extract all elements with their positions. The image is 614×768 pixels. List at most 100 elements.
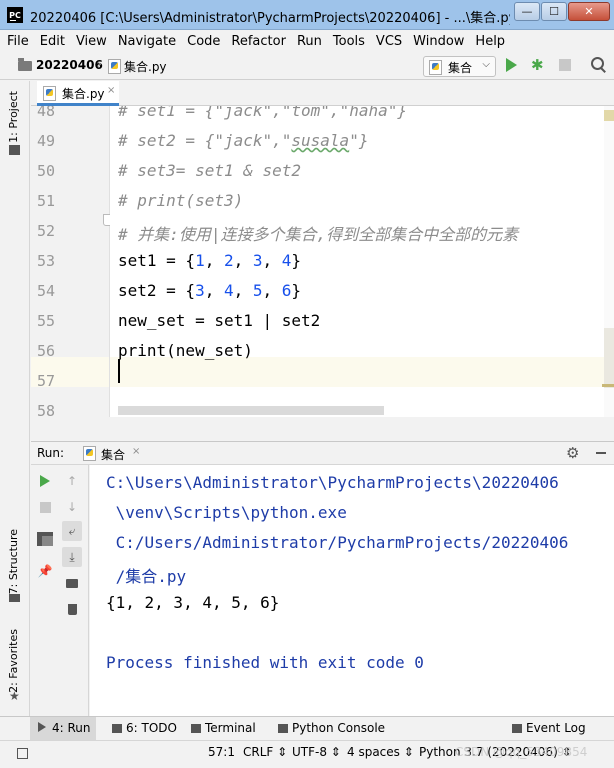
menu-edit[interactable]: Edit bbox=[40, 34, 65, 49]
code-token: 3 bbox=[252, 251, 263, 270]
code-token: , bbox=[204, 281, 224, 300]
bottom-tab-run[interactable]: 4: Run bbox=[30, 717, 96, 741]
code-token: # set2 = {"jack"," bbox=[118, 131, 292, 150]
menu-run[interactable]: Run bbox=[297, 34, 322, 49]
rerun-icon[interactable] bbox=[37, 473, 53, 489]
line-number: 55 bbox=[36, 312, 55, 330]
stop-icon[interactable] bbox=[559, 59, 571, 71]
trash-icon[interactable] bbox=[64, 601, 80, 617]
code-line: # 并集:使用|连接多个集合,得到全部集合中全部的元素 bbox=[118, 221, 518, 245]
bottom-tab-python-console[interactable]: Python Console bbox=[278, 721, 385, 735]
menu-file[interactable]: File bbox=[7, 34, 29, 49]
menu-code[interactable]: Code bbox=[187, 34, 220, 49]
arrow-up-icon[interactable]: ↑ bbox=[64, 473, 80, 489]
left-tool-stripe: 1: Project 7: Structure 2: Favorites ★ bbox=[0, 81, 30, 716]
scroll-to-end-icon[interactable]: ⤓ bbox=[62, 547, 82, 567]
code-token: 6 bbox=[281, 281, 292, 300]
scrollbar-warning-marker[interactable] bbox=[604, 110, 614, 121]
menu-window[interactable]: Window bbox=[413, 34, 464, 49]
title-bar: PC 20220406 [C:\Users\Administrator\Pych… bbox=[0, 0, 614, 30]
close-run-tab-icon[interactable]: × bbox=[132, 446, 140, 457]
menu-vcs[interactable]: VCS bbox=[376, 34, 402, 49]
editor-tab-label: 集合.py bbox=[62, 87, 105, 101]
menu-view[interactable]: View bbox=[76, 34, 107, 49]
gear-icon[interactable]: ⚙ bbox=[566, 444, 579, 462]
line-number: 56 bbox=[36, 342, 55, 360]
code-token: # 并集:使用|连接多个集合,得到全部集合中全部的元素 bbox=[118, 225, 519, 244]
code-token: 4 bbox=[281, 251, 292, 270]
hide-panel-icon[interactable] bbox=[596, 452, 606, 454]
line-number: 53 bbox=[36, 252, 55, 270]
pin-tab-icon[interactable]: 📌 bbox=[37, 563, 53, 579]
code-token: set1 = { bbox=[118, 251, 196, 270]
toggle-tool-windows-icon[interactable] bbox=[17, 748, 28, 759]
star-icon: ★ bbox=[9, 689, 20, 703]
bottom-tab-terminal[interactable]: Terminal bbox=[191, 721, 256, 735]
run-configuration-label: 集合 bbox=[448, 61, 473, 75]
code-line: set2 = {3, 4, 5, 6} bbox=[118, 281, 301, 300]
bottom-tab-todo[interactable]: 6: TODO bbox=[112, 721, 177, 735]
breadcrumb-project[interactable]: 20220406 bbox=[36, 58, 103, 72]
code-token: 2 bbox=[223, 251, 234, 270]
breadcrumb-file[interactable]: 集合.py bbox=[124, 58, 167, 75]
console-line: /集合.py bbox=[106, 567, 187, 586]
console-line: Process finished with exit code 0 bbox=[106, 653, 424, 672]
maximize-button[interactable]: ☐ bbox=[541, 2, 567, 21]
code-token: , bbox=[233, 281, 253, 300]
line-number: 58 bbox=[36, 402, 55, 417]
run-console[interactable]: C:\Users\Administrator\PycharmProjects\2… bbox=[90, 465, 614, 716]
code-line: new_set = set1 | set2 bbox=[118, 311, 320, 330]
run-panel-header: Run: 集合 × ⚙ bbox=[31, 441, 614, 465]
close-tab-icon[interactable]: × bbox=[107, 85, 115, 96]
run-icon[interactable] bbox=[506, 58, 517, 72]
vertical-scrollbar-thumb[interactable] bbox=[604, 328, 614, 388]
text-caret bbox=[118, 359, 120, 383]
code-token: susala bbox=[291, 131, 350, 150]
code-token: , bbox=[233, 251, 253, 270]
tool-window-bar: 4: Run 6: TODO Terminal Python Console E… bbox=[0, 716, 614, 741]
arrow-down-icon[interactable]: ↓ bbox=[64, 499, 80, 515]
line-number: 49 bbox=[36, 132, 55, 150]
code-editor[interactable]: # set1 = {"jack","tom","haha"} # set2 = {… bbox=[110, 106, 604, 417]
chevron-down-icon: ⌵ bbox=[482, 59, 490, 70]
editor-tab-file[interactable]: 集合.py × bbox=[37, 81, 119, 106]
code-token: 5 bbox=[252, 281, 263, 300]
horizontal-scrollbar[interactable] bbox=[118, 406, 384, 415]
debug-bug-icon[interactable]: ✱ bbox=[531, 57, 545, 73]
breadcrumb-separator: › bbox=[97, 57, 102, 71]
bottom-tab-event-log[interactable]: Event Log bbox=[512, 721, 586, 735]
folder-icon bbox=[18, 58, 32, 71]
code-token: , bbox=[262, 281, 282, 300]
project-folder-icon bbox=[9, 145, 20, 155]
stop-icon[interactable] bbox=[37, 499, 53, 515]
code-line: set1 = {1, 2, 3, 4} bbox=[118, 251, 301, 270]
structure-tool-tab[interactable]: 7: Structure bbox=[7, 529, 20, 594]
caret-position[interactable]: 57:1 bbox=[208, 745, 235, 759]
soft-wrap-icon[interactable]: ⤶ bbox=[62, 521, 82, 541]
line-separator-selector[interactable]: CRLF ⇕ bbox=[243, 745, 287, 759]
print-icon[interactable] bbox=[64, 575, 80, 591]
encoding-selector[interactable]: UTF-8 ⇕ bbox=[292, 745, 341, 759]
close-window-button[interactable]: ✕ bbox=[568, 2, 610, 21]
indent-selector[interactable]: 4 spaces ⇕ bbox=[347, 745, 414, 759]
favorites-tool-tab[interactable]: 2: Favorites bbox=[7, 629, 20, 693]
run-tab[interactable]: 集合 × bbox=[79, 442, 147, 465]
menu-refactor[interactable]: Refactor bbox=[231, 34, 286, 49]
menu-navigate[interactable]: Navigate bbox=[118, 34, 176, 49]
line-number-gutter: 48 49 50 51 52 53 54 55 56 57 58 bbox=[31, 106, 109, 417]
console-line: C:\Users\Administrator\PycharmProjects\2… bbox=[106, 473, 559, 492]
restore-layout-icon[interactable] bbox=[37, 531, 53, 547]
project-tool-tab[interactable]: 1: Project bbox=[7, 91, 20, 143]
line-number: 51 bbox=[36, 192, 55, 210]
todo-list-icon bbox=[112, 724, 122, 733]
menu-help[interactable]: Help bbox=[475, 34, 505, 49]
window-title: 20220406 [C:\Users\Administrator\Pycharm… bbox=[30, 11, 510, 26]
code-token: 1 bbox=[195, 251, 205, 270]
run-configuration-select[interactable]: 集合 ⌵ bbox=[423, 56, 496, 77]
minimize-button[interactable]: — bbox=[514, 2, 540, 21]
python-console-icon bbox=[278, 724, 288, 733]
search-icon[interactable] bbox=[591, 57, 605, 73]
bottom-tab-python-console-label: Python Console bbox=[292, 721, 386, 735]
console-line: \venv\Scripts\python.exe bbox=[106, 503, 347, 522]
menu-tools[interactable]: Tools bbox=[333, 34, 365, 49]
